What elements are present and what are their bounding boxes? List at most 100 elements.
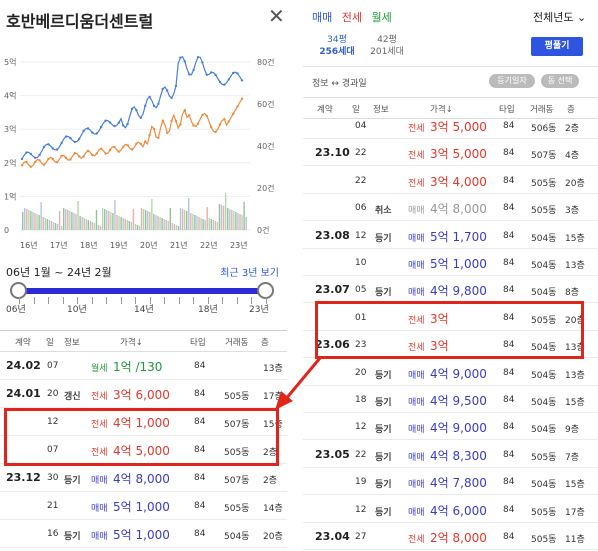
sale-point bbox=[227, 78, 230, 81]
volume-bar bbox=[54, 223, 57, 230]
floor: 13층 bbox=[263, 364, 283, 374]
recent-3y-link[interactable]: 최근 3년 보기 bbox=[220, 264, 279, 279]
info-elapsed-toggle[interactable]: 정보 ↔ 경과일 bbox=[312, 76, 367, 89]
year-select[interactable]: 전체년도 ⌄ bbox=[533, 9, 586, 25]
complex-title: 호반베르디움더센트럴 bbox=[6, 12, 154, 31]
trade-info: 등기 bbox=[375, 398, 392, 408]
contract-day: 20 bbox=[47, 389, 59, 399]
trade-type: 매매 bbox=[408, 452, 425, 463]
tab-sale[interactable]: 매매 bbox=[312, 11, 332, 24]
contract-month: 23.08 bbox=[315, 228, 350, 242]
col-type[interactable]: 타입 bbox=[190, 336, 206, 348]
volume-bar bbox=[212, 220, 215, 230]
trade-price: 2억 8,000 bbox=[430, 531, 487, 545]
sale-point bbox=[117, 121, 121, 125]
sale-point bbox=[135, 109, 138, 112]
unit-type: 84 bbox=[503, 395, 515, 405]
table-row[interactable]: 18 등기 매매 4억 9,500 84 504동 15층 bbox=[303, 387, 598, 413]
col-price[interactable]: 가격↓ bbox=[120, 336, 143, 348]
col-dong[interactable]: 거래동 bbox=[225, 336, 248, 348]
floor: 13층 bbox=[565, 343, 585, 354]
trade-type: 매매 bbox=[408, 370, 425, 381]
floor: 14층 bbox=[263, 504, 283, 514]
table-row[interactable]: 21 매매 5억 1,000 84 505동 14층 bbox=[0, 492, 287, 520]
tab-jeonse[interactable]: 전세 bbox=[342, 11, 362, 24]
volume-bar bbox=[30, 211, 32, 230]
volume-bar bbox=[85, 219, 87, 230]
table-row[interactable]: 22 전세 3억 4,000 84 505동 20층 bbox=[303, 168, 598, 194]
area-option-34[interactable]: 34평 256세대 bbox=[311, 34, 363, 58]
jeonse-point bbox=[214, 130, 217, 134]
table-row[interactable]: 12 등기 매매 4억 6,000 84 505동 17층 bbox=[303, 497, 598, 523]
volume-bar bbox=[95, 210, 98, 230]
table-row[interactable]: 23.10 22 전세 3억 5,000 84 507동 4층 bbox=[303, 140, 598, 167]
dong-select-pill[interactable]: 동 선택 bbox=[541, 74, 579, 88]
sale-point bbox=[38, 153, 41, 157]
sale-point bbox=[25, 151, 28, 154]
building-dong: 504동 bbox=[531, 261, 557, 271]
jeonse-point bbox=[240, 97, 244, 100]
sale-point bbox=[214, 73, 217, 77]
pyeong-button[interactable]: 평풀기 bbox=[531, 37, 583, 56]
unit-type: 84 bbox=[194, 501, 206, 511]
volume-bar bbox=[167, 221, 169, 230]
floor: 15층 bbox=[565, 398, 585, 408]
area-option-42[interactable]: 42평 201세대 bbox=[361, 34, 413, 58]
col-contract[interactable]: 계약 bbox=[15, 336, 31, 348]
sale-point bbox=[108, 121, 112, 124]
table-row[interactable]: 23.07 05 등기 매매 4억 9,800 84 504동 8층 bbox=[303, 277, 598, 304]
unit-type: 84 bbox=[503, 532, 515, 542]
volume-bar bbox=[73, 213, 75, 230]
table-row[interactable]: 23.12 30 등기 매매 4억 8,000 84 507동 2층 bbox=[0, 464, 287, 492]
table-row[interactable]: 04 전세 3억 5,000 84 506동 2층 bbox=[303, 113, 598, 139]
table-row[interactable]: 24.02 07 월세 1억 /130 84 13층 bbox=[0, 352, 287, 380]
volume-bar bbox=[142, 209, 145, 230]
jeonse-point bbox=[95, 152, 99, 155]
tab-monthly[interactable]: 월세 bbox=[372, 11, 392, 24]
volume-bar bbox=[194, 215, 196, 230]
volume-bar bbox=[138, 226, 141, 230]
col-floor[interactable]: 층 bbox=[261, 336, 269, 348]
close-icon[interactable]: ✕ bbox=[268, 6, 285, 26]
trade-price: 3억 bbox=[430, 311, 449, 326]
table-row[interactable]: 06 취소 매매 4억 8,000 84 505동 3층 bbox=[303, 195, 598, 222]
table-row[interactable]: 24.01 20 갱신 전세 3억 6,000 84 505동 17층 bbox=[0, 380, 287, 408]
table-row[interactable]: 23.05 22 등기 매매 4억 8,300 84 505동 7층 bbox=[303, 442, 598, 468]
table-row[interactable]: 16 등기 매매 5억 1,000 84 504동 20층 bbox=[0, 520, 287, 548]
table-row[interactable]: 19 등기 매매 4억 7,800 84 504동 15층 bbox=[303, 469, 598, 496]
table-row[interactable]: 20 등기 매매 4억 9,000 84 504동 13층 bbox=[303, 360, 598, 386]
table-row[interactable]: 10 매매 5억 1,000 84 504동 13층 bbox=[303, 250, 598, 276]
col-info[interactable]: 정보 bbox=[64, 336, 80, 348]
trade-type: 전세 bbox=[91, 420, 108, 430]
table-row[interactable]: 12 전세 4억 1,000 84 507동 15층 bbox=[0, 408, 287, 436]
area-households: 256세대 bbox=[319, 47, 355, 57]
floor: 17층 bbox=[263, 392, 283, 402]
table-row[interactable]: 12 등기 매매 4억 9,000 84 504동 9층 bbox=[303, 414, 598, 441]
jeonse-point bbox=[135, 142, 138, 145]
contract-day: 07 bbox=[47, 445, 59, 455]
table-row[interactable]: 07 전세 4억 5,000 84 505동 2층 bbox=[0, 436, 287, 464]
table-row[interactable]: 23.06 23 전세 3억 84 504동 13층 bbox=[303, 332, 598, 359]
volume-bars bbox=[22, 193, 247, 230]
floor: 15층 bbox=[565, 233, 585, 244]
trade-type: 전세 bbox=[408, 315, 425, 326]
volume-bar bbox=[173, 224, 176, 230]
volume-bar bbox=[26, 209, 28, 230]
trade-price: 4억 9,000 bbox=[430, 421, 487, 436]
jeonse-point bbox=[113, 145, 116, 149]
contract-day: 12 bbox=[355, 230, 367, 241]
period-slider-track[interactable] bbox=[19, 288, 266, 294]
volume-bar bbox=[159, 217, 161, 230]
x-tick-label: 23년 bbox=[230, 240, 248, 250]
jeonse-point bbox=[161, 119, 164, 122]
building-dong: 504동 bbox=[224, 532, 250, 542]
table-row[interactable]: 23.04 27 전세 2억 8,000 84 505동 11층 bbox=[303, 524, 598, 550]
volume-bar bbox=[198, 217, 200, 230]
floor: 20층 bbox=[263, 532, 283, 542]
trade-price: 3억 5,000 bbox=[430, 120, 487, 134]
col-day[interactable]: 일 bbox=[46, 336, 54, 348]
unit-type: 84 bbox=[503, 312, 515, 323]
table-row[interactable]: 01 전세 3억 84 505동 20층 bbox=[303, 305, 598, 331]
table-row[interactable]: 23.08 12 등기 매매 5억 1,700 84 504동 15층 bbox=[303, 223, 598, 249]
registration-date-pill[interactable]: 등기일자 bbox=[489, 74, 535, 88]
